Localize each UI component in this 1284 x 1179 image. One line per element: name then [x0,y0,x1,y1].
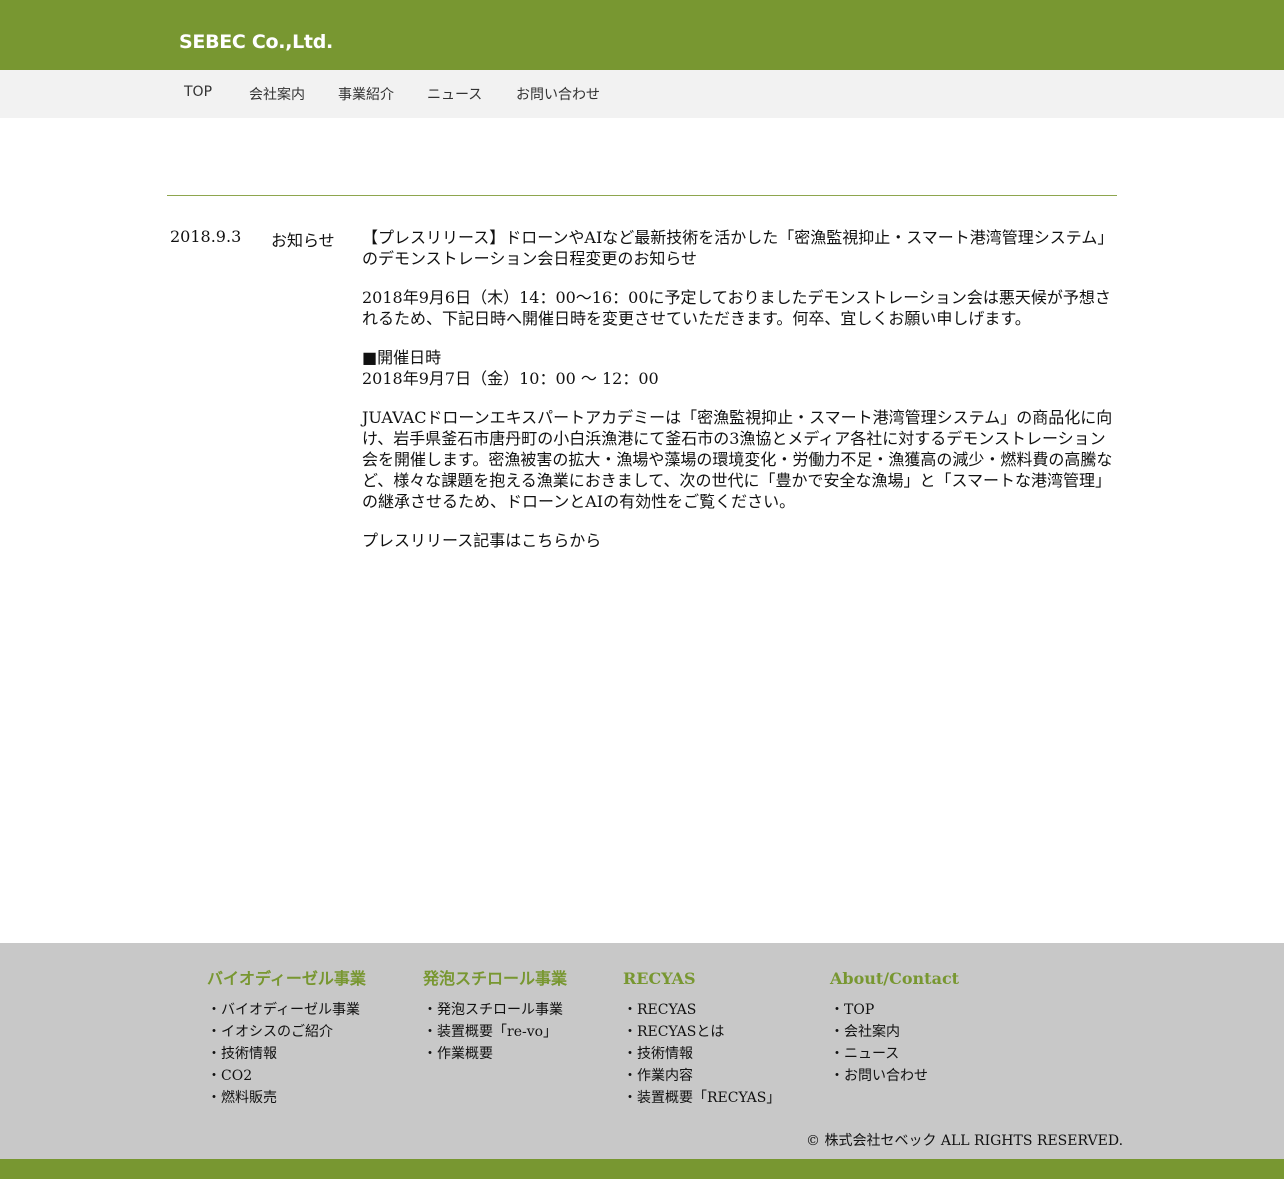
news-date: 2018.9.3 [170,227,242,246]
copyright: © 株式会社セベック ALL RIGHTS RESERVED. [806,1133,1124,1149]
footer-link[interactable]: ・RECYASとは [623,1021,780,1043]
footer-link[interactable]: ・作業内容 [623,1065,780,1087]
news-paragraph-1: 2018年9月6日（木）14：00～16：00に予定しておりましたデモンストレー… [362,288,1111,328]
footer-link[interactable]: ・装置概要「re-vo」 [423,1021,567,1043]
footer-link[interactable]: ・RECYAS [623,999,780,1021]
footer-col-recyas: RECYAS ・RECYAS ・RECYASとは ・技術情報 ・作業内容 ・装置… [623,969,780,1109]
footer-col-styrofoam: 発泡スチロール事業 ・発泡スチロール事業 ・装置概要「re-vo」 ・作業概要 [423,969,567,1065]
footer-link[interactable]: ・会社案内 [830,1021,959,1043]
footer-col-title[interactable]: 発泡スチロール事業 [423,969,567,989]
nav-contact[interactable]: お問い合わせ [516,84,600,104]
news-title: 【プレスリリース】ドローンやAIなど最新技術を活かした「密漁監視抑止・スマート港… [362,228,1114,268]
footer-link[interactable]: ・ニュース [830,1043,959,1065]
news-category: お知らせ [271,231,335,250]
news-paragraph-2: JUAVACドローンエキスパートアカデミーは「密漁監視抑止・スマート港湾管理シス… [362,408,1113,511]
schedule-label: ■開催日時 [362,348,442,367]
nav-top[interactable]: TOP [184,84,212,100]
footer-link[interactable]: ・CO2 [207,1065,366,1087]
footer-bar [0,1159,1284,1179]
schedule-value: 2018年9月7日（金）10：00 ～ 12：00 [362,369,659,388]
footer-link[interactable]: ・技術情報 [623,1043,780,1065]
footer-link[interactable]: ・作業概要 [423,1043,567,1065]
nav-news[interactable]: ニュース [427,84,482,104]
site-header: SEBEC Co.,Ltd. [0,0,1284,70]
footer-link[interactable]: ・燃料販売 [207,1087,366,1109]
footer-link[interactable]: ・バイオディーゼル事業 [207,999,366,1021]
footer-col-title[interactable]: RECYAS [623,969,780,989]
footer-link[interactable]: ・発泡スチロール事業 [423,999,567,1021]
footer-link[interactable]: ・装置概要「RECYAS」 [623,1087,780,1109]
footer-col-about: About/Contact ・TOP ・会社案内 ・ニュース ・お問い合わせ [830,969,959,1087]
footer-col-title[interactable]: About/Contact [830,969,959,989]
site-logo[interactable]: SEBEC Co.,Ltd. [179,31,333,53]
nav-business[interactable]: 事業紹介 [338,84,394,104]
press-release-link[interactable]: プレスリリース記事はこちらから [362,530,1117,551]
footer-link[interactable]: ・イオシスのご紹介 [207,1021,366,1043]
site-footer: バイオディーゼル事業 ・バイオディーゼル事業 ・イオシスのご紹介 ・技術情報 ・… [0,943,1284,1159]
content-divider [167,195,1117,196]
footer-col-title[interactable]: バイオディーゼル事業 [207,969,366,989]
nav-company[interactable]: 会社案内 [249,84,305,104]
news-schedule: ■開催日時 2018年9月7日（金）10：00 ～ 12：00 [362,347,1117,389]
news-article: 【プレスリリース】ドローンやAIなど最新技術を活かした「密漁監視抑止・スマート港… [362,227,1117,569]
footer-col-biodiesel: バイオディーゼル事業 ・バイオディーゼル事業 ・イオシスのご紹介 ・技術情報 ・… [207,969,366,1109]
footer-link[interactable]: ・TOP [830,999,959,1021]
footer-link[interactable]: ・技術情報 [207,1043,366,1065]
footer-link[interactable]: ・お問い合わせ [830,1065,959,1087]
main-nav: TOP 会社案内 事業紹介 ニュース お問い合わせ [0,70,1284,118]
